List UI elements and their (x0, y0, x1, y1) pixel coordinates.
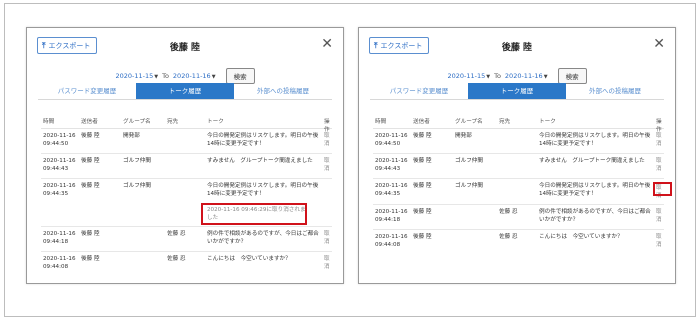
to-label: To (162, 72, 169, 80)
col-sender: 送信者 (413, 119, 430, 125)
tab-password-history[interactable]: パスワード変更履歴 (38, 83, 136, 99)
col-dest: 宛先 (499, 119, 511, 125)
cancel-button[interactable]: 取消 (324, 256, 332, 271)
cancel-button[interactable]: 取消 (656, 133, 664, 148)
cancel-button[interactable]: 取消 (656, 234, 664, 249)
col-group: グループ名 (123, 119, 151, 125)
tab-external-posts[interactable]: 外部への投稿履歴 (566, 83, 664, 99)
tab-external-posts[interactable]: 外部への投稿履歴 (234, 83, 332, 99)
highlight-box (201, 203, 307, 225)
date-range: 2020-11-15▼ To 2020-11-16▼ 検索 (359, 68, 675, 84)
col-time: 時間 (375, 119, 387, 125)
dialog-title: 後藤 陸 (169, 43, 201, 53)
cancel-button[interactable]: 取消 (656, 158, 664, 173)
col-group: グループ名 (455, 119, 483, 125)
col-dest: 宛先 (167, 119, 179, 125)
chevron-down-icon: ▼ (211, 74, 216, 80)
cancel-button[interactable]: 取消 (656, 209, 664, 224)
table-row: 2020-11-16 09:44:43 後藤 陸 ゴルフ仲間 すみません グループ… (41, 154, 332, 179)
talk-history-dialog-left: ⤒ エクスポート 後藤 陸 ✕ 2020-11-15▼ To 2020-11-1… (26, 27, 344, 284)
table-row: 2020-11-16 09:44:43 後藤 陸 ゴルフ仲間 すみません グループ… (373, 154, 664, 179)
table-row: 2020-11-16 09:44:08 後藤 陸 佐藤 忍 こんにちは 今空いてい… (373, 230, 664, 252)
tab-talk-history[interactable]: トーク履歴 (136, 83, 234, 99)
date-from-select[interactable]: 2020-11-15▼ (447, 72, 490, 80)
cancel-button[interactable]: 取消 (324, 158, 332, 173)
date-from-select[interactable]: 2020-11-15▼ (115, 72, 158, 80)
col-talk: トーク (207, 119, 224, 125)
table-header: 時間 送信者 グループ名 宛先 トーク 操作 (41, 111, 332, 133)
cancel-button[interactable]: 取消 (324, 133, 332, 148)
col-time: 時間 (43, 119, 55, 125)
chevron-down-icon: ▼ (486, 74, 491, 80)
tab-password-history[interactable]: パスワード変更履歴 (370, 83, 468, 99)
date-to-select[interactable]: 2020-11-16▼ (173, 72, 216, 80)
tab-bar: パスワード変更履歴 トーク履歴 外部への投稿履歴 (370, 83, 664, 100)
talk-table: 2020-11-16 09:44:50 後藤 陸 開発部 今日の開発定例はリスケし… (373, 129, 664, 252)
chevron-down-icon: ▼ (543, 74, 548, 80)
col-sender: 送信者 (81, 119, 98, 125)
date-to-select[interactable]: 2020-11-16▼ (505, 72, 548, 80)
search-button[interactable]: 検索 (225, 68, 255, 84)
talk-history-dialog-right: ⤒ エクスポート 後藤 陸 ✕ 2020-11-15▼ To 2020-11-1… (358, 27, 676, 284)
table-row: 2020-11-16 09:44:35 後藤 陸 ゴルフ仲間 今日の開発定例はリス… (373, 179, 664, 205)
table-row: 2020-11-16 09:44:50 後藤 陸 開発部 今日の開発定例はリスケし… (41, 129, 332, 154)
talk-table: 2020-11-16 09:44:50 後藤 陸 開発部 今日の開発定例はリスケし… (41, 129, 332, 274)
chevron-down-icon: ▼ (154, 74, 159, 80)
col-talk: トーク (539, 119, 556, 125)
highlight-box (653, 182, 672, 196)
table-row: 2020-11-16 09:44:50 後藤 陸 開発部 今日の開発定例はリスケし… (373, 129, 664, 154)
cancel-button[interactable]: 取消 (324, 231, 332, 246)
table-header: 時間 送信者 グループ名 宛先 トーク 操作 (373, 111, 664, 133)
to-label: To (494, 72, 501, 80)
close-icon[interactable]: ✕ (653, 37, 665, 51)
close-icon[interactable]: ✕ (321, 37, 333, 51)
search-button[interactable]: 検索 (557, 68, 587, 84)
tab-bar: パスワード変更履歴 トーク履歴 外部への投稿履歴 (38, 83, 332, 100)
tab-talk-history[interactable]: トーク履歴 (468, 83, 566, 99)
date-range: 2020-11-15▼ To 2020-11-16▼ 検索 (27, 68, 343, 84)
table-row: 2020-11-16 09:44:18 後藤 陸 佐藤 忍 例の件で相談があるので… (41, 227, 332, 252)
dialog-title: 後藤 陸 (501, 43, 533, 53)
table-row: 2020-11-16 09:44:08 後藤 陸 佐藤 忍 こんにちは 今空いてい… (41, 252, 332, 274)
table-row: 2020-11-16 09:44:18 後藤 陸 佐藤 忍 例の件で相談があるので… (373, 205, 664, 230)
